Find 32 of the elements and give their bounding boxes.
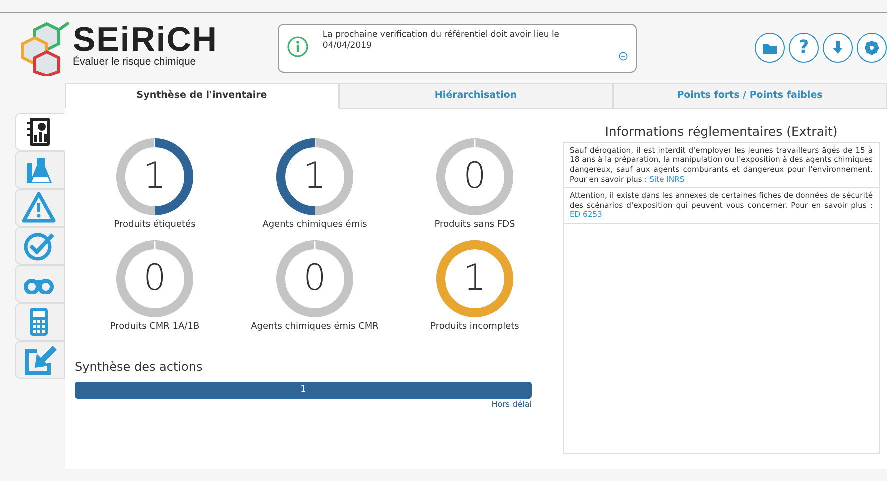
gauge-value: 1 xyxy=(464,260,486,296)
collapse-icon[interactable] xyxy=(619,52,628,60)
download-button[interactable] xyxy=(823,33,853,63)
gauge-label: Agents chimiques émis CMR xyxy=(251,320,379,334)
logo-text: SEiRiCH xyxy=(73,25,218,56)
gauge-value: 0 xyxy=(304,260,326,296)
warning-icon xyxy=(22,191,58,225)
notification-text: La prochaine verification du référentiel doit avoir lieu le 04/04/2019 xyxy=(322,30,561,52)
settings-button[interactable] xyxy=(857,33,887,63)
progress-fill: 1 xyxy=(75,382,532,399)
gauge-value: 0 xyxy=(144,260,166,296)
gauge-value: 1 xyxy=(304,159,326,195)
gauge-label: Produits incomplets xyxy=(430,320,520,334)
gauge-value: 0 xyxy=(464,159,486,195)
gauge-label: Produits étiquetés xyxy=(114,219,196,232)
gauge-label: Produits CMR 1A/1B xyxy=(110,320,200,334)
info-icon xyxy=(286,36,309,58)
settings-icon xyxy=(863,39,881,57)
tab[interactable]: Points forts / Points faibles xyxy=(613,83,887,109)
export-icon xyxy=(22,343,58,377)
gauge-label: Agents chimiques émis xyxy=(262,219,368,232)
folder-button[interactable] xyxy=(755,33,785,63)
panel-title: Informations réglementaires (Extrait) xyxy=(604,123,839,141)
logo-tagline: Évaluer le risque chimique xyxy=(73,55,198,70)
section-title: Synthèse des actions xyxy=(75,359,204,376)
tab[interactable]: Synthèse de l'inventaire xyxy=(65,83,339,109)
sidebar-tab[interactable] xyxy=(15,113,65,151)
help-button[interactable]: ? xyxy=(789,33,819,63)
progress-caption: Hors délai xyxy=(490,399,532,411)
gauge-value: 1 xyxy=(144,159,166,195)
tab[interactable]: Hiérarchisation xyxy=(339,83,613,109)
gauge-label: Produits sans FDS xyxy=(434,219,516,232)
